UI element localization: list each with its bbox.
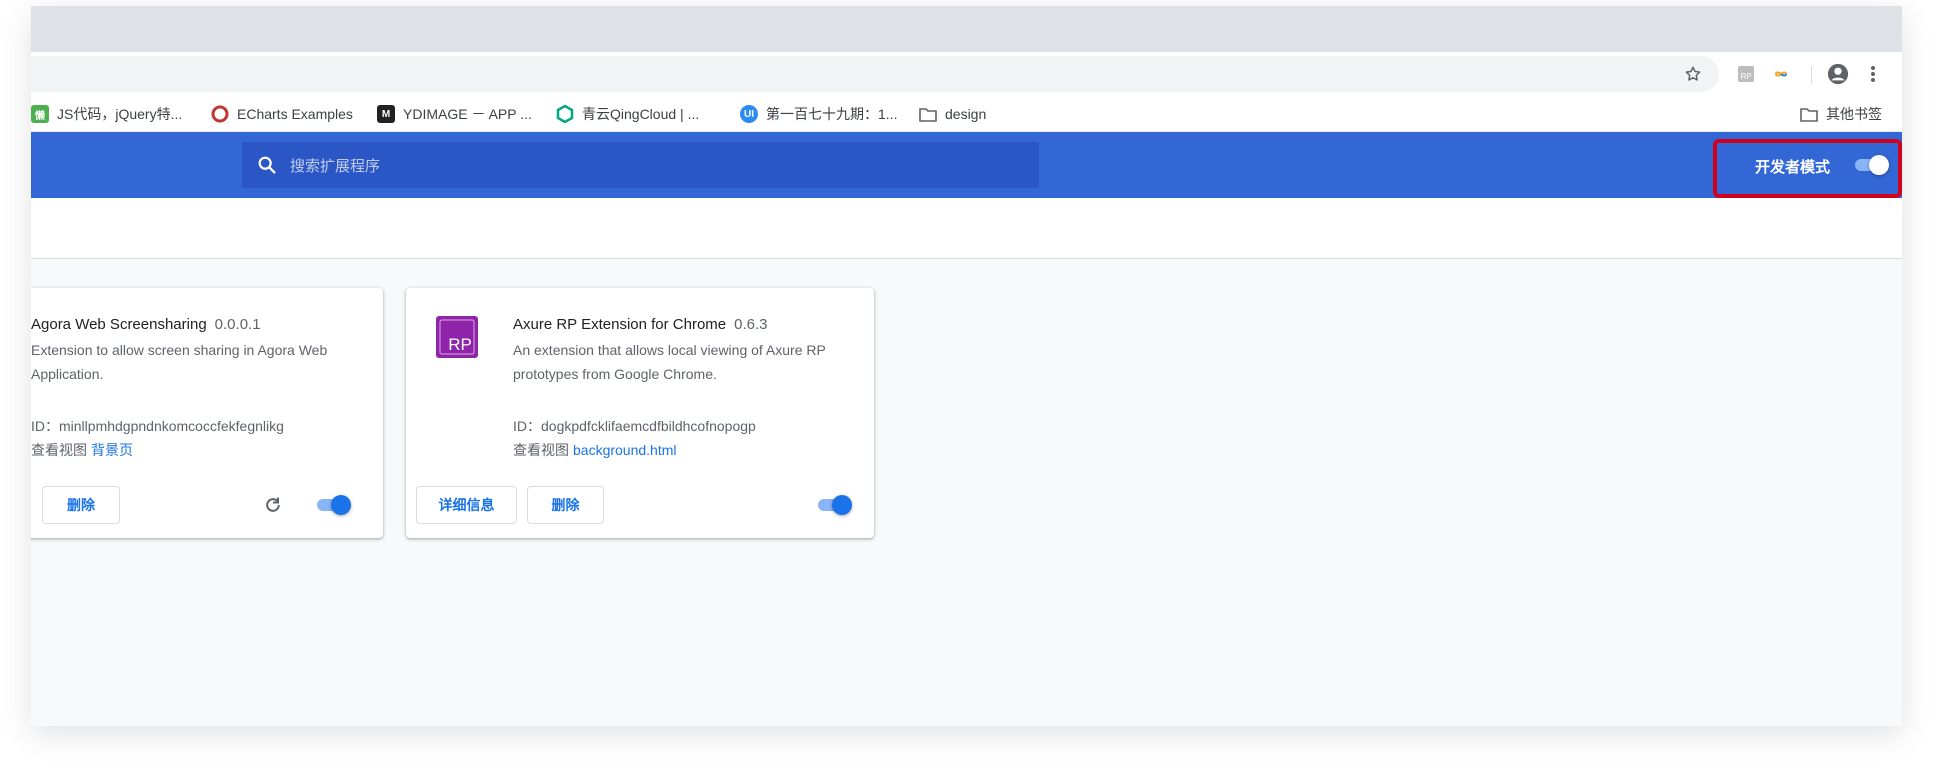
- extension-card: Agora Web Screensharing 0.0.0.1 Extension…: [31, 288, 383, 538]
- bookmark-star-icon[interactable]: [1681, 62, 1705, 86]
- extension-description: Extension to allow screen sharing in Ago…: [31, 342, 328, 382]
- extension-id: ID：minllpmhdgpndnkomcoccfekfegnlikg: [31, 418, 284, 434]
- browser-window: RP 懒 JS代码，jQuery特... ECharts Examples M …: [31, 6, 1902, 726]
- extension-card: RP Axure RP Extension for Chrome 0.6.3 An…: [406, 288, 874, 538]
- search-extensions-field[interactable]: 搜索扩展程序: [242, 142, 1039, 188]
- extension-name: Axure RP Extension for Chrome 0.6.3: [513, 316, 768, 333]
- toggle-knob: [1869, 155, 1889, 175]
- ui-favicon-icon: UI: [740, 105, 758, 123]
- remove-button[interactable]: 删除: [527, 486, 604, 524]
- extension-name: Agora Web Screensharing 0.0.0.1: [31, 316, 261, 333]
- tab-strip: [31, 6, 1902, 52]
- infinity-extension-icon[interactable]: [1769, 62, 1793, 86]
- profile-avatar-icon[interactable]: [1826, 62, 1850, 86]
- extension-version: 0.0.0.1: [214, 316, 261, 333]
- extension-enable-toggle[interactable]: [816, 495, 852, 515]
- qingcloud-favicon-icon: [556, 105, 574, 123]
- bookmark-item[interactable]: 青云QingCloud | ...: [556, 102, 699, 126]
- bookmark-item[interactable]: UI 第一百七十九期：1...: [740, 102, 897, 126]
- jsdaima-favicon-icon: 懒: [31, 105, 49, 123]
- extension-id: ID：dogkpdfcklifaemcdfbildhcofnopogp: [513, 418, 756, 434]
- echarts-favicon-icon: [211, 105, 229, 123]
- browser-toolbar: RP: [31, 52, 1902, 96]
- toolbar-separator: [1811, 66, 1812, 84]
- svg-text:RP: RP: [448, 335, 472, 354]
- extension-description: An extension that allows local viewing o…: [513, 342, 826, 382]
- inspect-views: 查看视图 背景页: [31, 440, 133, 460]
- bookmark-item[interactable]: ECharts Examples: [211, 102, 353, 126]
- extension-title: Axure RP Extension for Chrome: [513, 316, 727, 333]
- inspect-views-label: 查看视图: [31, 442, 87, 458]
- bookmark-label: 其他书签: [1826, 106, 1882, 122]
- axure-extension-icon[interactable]: RP: [1734, 62, 1758, 86]
- search-placeholder: 搜索扩展程序: [290, 157, 381, 175]
- bookmark-label: design: [945, 106, 987, 122]
- bookmark-item[interactable]: M YDIMAGE － APP ...: [377, 102, 532, 126]
- details-button[interactable]: 详细信息: [416, 486, 517, 524]
- extensions-header: 搜索扩展程序 开发者模式: [31, 132, 1902, 198]
- reload-icon[interactable]: [263, 495, 283, 515]
- bookmark-label: ECharts Examples: [237, 106, 353, 122]
- background-page-link[interactable]: 背景页: [91, 442, 133, 458]
- remove-button[interactable]: 删除: [42, 486, 120, 524]
- folder-icon: [1800, 105, 1818, 123]
- inspect-views: 查看视图 background.html: [513, 440, 677, 460]
- toggle-knob: [832, 495, 852, 515]
- extension-version: 0.6.3: [734, 316, 768, 333]
- svg-text:RP: RP: [1740, 72, 1751, 81]
- bookmark-folder[interactable]: design: [919, 102, 986, 126]
- bookmark-label: 第一百七十九期：1...: [766, 106, 898, 122]
- dev-mode-label: 开发者模式: [1755, 159, 1831, 176]
- other-bookmarks-folder[interactable]: 其他书签: [1800, 102, 1882, 126]
- ydimage-favicon-icon: M: [377, 105, 395, 123]
- address-bar[interactable]: [31, 56, 1719, 92]
- more-menu-icon[interactable]: [1861, 62, 1885, 86]
- search-icon: [258, 156, 276, 174]
- bookmarks-bar: 懒 JS代码，jQuery特... ECharts Examples M YDI…: [31, 96, 1902, 132]
- toggle-knob: [331, 495, 351, 515]
- background-page-link[interactable]: background.html: [573, 442, 677, 458]
- extension-title: Agora Web Screensharing: [31, 316, 207, 333]
- extension-enable-toggle[interactable]: [315, 495, 351, 515]
- inspect-views-label: 查看视图: [513, 442, 569, 458]
- bookmark-item[interactable]: 懒 JS代码，jQuery特...: [31, 102, 182, 126]
- folder-icon: [919, 105, 937, 123]
- bookmark-label: JS代码，jQuery特...: [57, 106, 183, 122]
- axure-rp-logo-icon: RP: [436, 316, 478, 358]
- bookmark-label: 青云QingCloud | ...: [582, 106, 700, 122]
- bookmark-label: YDIMAGE － APP ...: [403, 106, 532, 122]
- dev-mode-toggle[interactable]: [1853, 155, 1889, 175]
- toolbar-subbar: [31, 198, 1902, 259]
